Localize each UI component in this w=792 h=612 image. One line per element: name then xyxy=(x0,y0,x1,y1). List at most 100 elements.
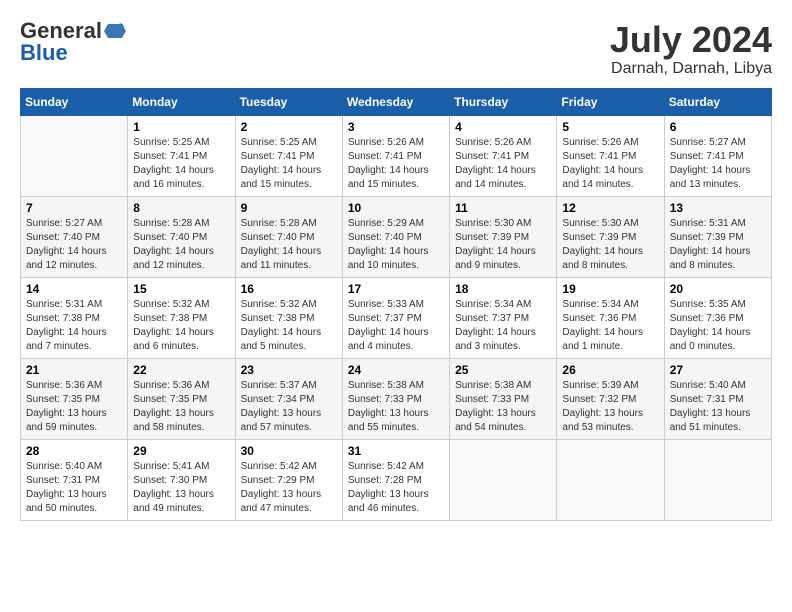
calendar-cell: 31 Sunrise: 5:42 AM Sunset: 7:28 PM Dayli… xyxy=(342,439,449,520)
calendar-table: SundayMondayTuesdayWednesdayThursdayFrid… xyxy=(20,88,772,521)
calendar-cell: 23 Sunrise: 5:37 AM Sunset: 7:34 PM Dayli… xyxy=(235,358,342,439)
calendar-cell: 2 Sunrise: 5:25 AM Sunset: 7:41 PM Daylig… xyxy=(235,115,342,196)
calendar-week-row: 21 Sunrise: 5:36 AM Sunset: 7:35 PM Dayli… xyxy=(21,358,772,439)
day-info: Sunrise: 5:35 AM Sunset: 7:36 PM Dayligh… xyxy=(670,298,766,354)
calendar-week-row: 28Sunrise: 5:40 AM Sunset: 7:31 PM Dayli… xyxy=(21,439,772,520)
day-number: 25 xyxy=(455,363,551,377)
calendar-cell: 3 Sunrise: 5:26 AM Sunset: 7:41 PM Daylig… xyxy=(342,115,449,196)
day-info: Sunrise: 5:25 AM Sunset: 7:41 PM Dayligh… xyxy=(241,136,337,192)
calendar-cell: 10 Sunrise: 5:29 AM Sunset: 7:40 PM Dayli… xyxy=(342,196,449,277)
calendar-cell: 15 Sunrise: 5:32 AM Sunset: 7:38 PM Dayli… xyxy=(128,277,235,358)
day-info: Sunrise: 5:36 AM Sunset: 7:35 PM Dayligh… xyxy=(133,379,229,435)
day-info: Sunrise: 5:34 AM Sunset: 7:37 PM Dayligh… xyxy=(455,298,551,354)
day-info: Sunrise: 5:36 AM Sunset: 7:35 PM Dayligh… xyxy=(26,379,122,435)
calendar-cell: 22Sunrise: 5:36 AM Sunset: 7:35 PM Dayli… xyxy=(128,358,235,439)
calendar-cell xyxy=(664,439,771,520)
calendar-cell: 14 Sunrise: 5:31 AM Sunset: 7:38 PM Dayli… xyxy=(21,277,128,358)
page-header: General Blue July 2024 Darnah, Darnah, L… xyxy=(20,20,772,78)
calendar-week-row: 14 Sunrise: 5:31 AM Sunset: 7:38 PM Dayli… xyxy=(21,277,772,358)
calendar-cell: 25 Sunrise: 5:38 AM Sunset: 7:33 PM Dayli… xyxy=(450,358,557,439)
day-number: 24 xyxy=(348,363,444,377)
day-number: 26 xyxy=(562,363,658,377)
calendar-cell: 7Sunrise: 5:27 AM Sunset: 7:40 PM Daylig… xyxy=(21,196,128,277)
weekday-header: Wednesday xyxy=(342,88,449,115)
calendar-cell: 8 Sunrise: 5:28 AM Sunset: 7:40 PM Daylig… xyxy=(128,196,235,277)
day-info: Sunrise: 5:30 AM Sunset: 7:39 PM Dayligh… xyxy=(455,217,551,273)
calendar-cell xyxy=(21,115,128,196)
day-info: Sunrise: 5:41 AM Sunset: 7:30 PM Dayligh… xyxy=(133,460,229,516)
calendar-cell: 5Sunrise: 5:26 AM Sunset: 7:41 PM Daylig… xyxy=(557,115,664,196)
day-info: Sunrise: 5:42 AM Sunset: 7:29 PM Dayligh… xyxy=(241,460,337,516)
day-info: Sunrise: 5:28 AM Sunset: 7:40 PM Dayligh… xyxy=(133,217,229,273)
calendar-cell: 17 Sunrise: 5:33 AM Sunset: 7:37 PM Dayli… xyxy=(342,277,449,358)
weekday-header: Saturday xyxy=(664,88,771,115)
day-info: Sunrise: 5:32 AM Sunset: 7:38 PM Dayligh… xyxy=(133,298,229,354)
weekday-header-row: SundayMondayTuesdayWednesdayThursdayFrid… xyxy=(21,88,772,115)
day-info: Sunrise: 5:27 AM Sunset: 7:41 PM Dayligh… xyxy=(670,136,766,192)
day-info: Sunrise: 5:25 AM Sunset: 7:41 PM Dayligh… xyxy=(133,136,229,192)
day-info: Sunrise: 5:26 AM Sunset: 7:41 PM Dayligh… xyxy=(455,136,551,192)
day-number: 13 xyxy=(670,201,766,215)
day-info: Sunrise: 5:27 AM Sunset: 7:40 PM Dayligh… xyxy=(26,217,122,273)
day-number: 21 xyxy=(26,363,122,377)
calendar-week-row: 7Sunrise: 5:27 AM Sunset: 7:40 PM Daylig… xyxy=(21,196,772,277)
title-block: July 2024 Darnah, Darnah, Libya xyxy=(610,20,772,78)
day-number: 28 xyxy=(26,444,122,458)
calendar-cell: 1Sunrise: 5:25 AM Sunset: 7:41 PM Daylig… xyxy=(128,115,235,196)
calendar-cell: 28Sunrise: 5:40 AM Sunset: 7:31 PM Dayli… xyxy=(21,439,128,520)
day-number: 8 xyxy=(133,201,229,215)
day-info: Sunrise: 5:32 AM Sunset: 7:38 PM Dayligh… xyxy=(241,298,337,354)
calendar-cell: 27Sunrise: 5:40 AM Sunset: 7:31 PM Dayli… xyxy=(664,358,771,439)
day-info: Sunrise: 5:39 AM Sunset: 7:32 PM Dayligh… xyxy=(562,379,658,435)
weekday-header: Tuesday xyxy=(235,88,342,115)
day-info: Sunrise: 5:34 AM Sunset: 7:36 PM Dayligh… xyxy=(562,298,658,354)
weekday-header: Monday xyxy=(128,88,235,115)
weekday-header: Sunday xyxy=(21,88,128,115)
location-subtitle: Darnah, Darnah, Libya xyxy=(610,60,772,78)
calendar-cell: 11Sunrise: 5:30 AM Sunset: 7:39 PM Dayli… xyxy=(450,196,557,277)
calendar-cell: 26 Sunrise: 5:39 AM Sunset: 7:32 PM Dayli… xyxy=(557,358,664,439)
day-info: Sunrise: 5:38 AM Sunset: 7:33 PM Dayligh… xyxy=(455,379,551,435)
calendar-cell: 6 Sunrise: 5:27 AM Sunset: 7:41 PM Daylig… xyxy=(664,115,771,196)
day-number: 18 xyxy=(455,282,551,296)
weekday-header: Thursday xyxy=(450,88,557,115)
calendar-cell: 18 Sunrise: 5:34 AM Sunset: 7:37 PM Dayli… xyxy=(450,277,557,358)
day-number: 16 xyxy=(241,282,337,296)
day-number: 2 xyxy=(241,120,337,134)
day-info: Sunrise: 5:28 AM Sunset: 7:40 PM Dayligh… xyxy=(241,217,337,273)
calendar-cell: 16 Sunrise: 5:32 AM Sunset: 7:38 PM Dayli… xyxy=(235,277,342,358)
day-number: 31 xyxy=(348,444,444,458)
logo: General Blue xyxy=(20,20,126,64)
calendar-cell xyxy=(450,439,557,520)
day-number: 10 xyxy=(348,201,444,215)
day-number: 4 xyxy=(455,120,551,134)
calendar-cell: 12Sunrise: 5:30 AM Sunset: 7:39 PM Dayli… xyxy=(557,196,664,277)
day-info: Sunrise: 5:30 AM Sunset: 7:39 PM Dayligh… xyxy=(562,217,658,273)
day-info: Sunrise: 5:33 AM Sunset: 7:37 PM Dayligh… xyxy=(348,298,444,354)
day-info: Sunrise: 5:29 AM Sunset: 7:40 PM Dayligh… xyxy=(348,217,444,273)
day-info: Sunrise: 5:31 AM Sunset: 7:39 PM Dayligh… xyxy=(670,217,766,273)
calendar-cell: 21 Sunrise: 5:36 AM Sunset: 7:35 PM Dayli… xyxy=(21,358,128,439)
calendar-week-row: 1Sunrise: 5:25 AM Sunset: 7:41 PM Daylig… xyxy=(21,115,772,196)
calendar-cell: 4 Sunrise: 5:26 AM Sunset: 7:41 PM Daylig… xyxy=(450,115,557,196)
calendar-cell: 19Sunrise: 5:34 AM Sunset: 7:36 PM Dayli… xyxy=(557,277,664,358)
day-number: 3 xyxy=(348,120,444,134)
day-number: 17 xyxy=(348,282,444,296)
day-number: 27 xyxy=(670,363,766,377)
day-number: 14 xyxy=(26,282,122,296)
day-number: 6 xyxy=(670,120,766,134)
day-number: 20 xyxy=(670,282,766,296)
day-number: 9 xyxy=(241,201,337,215)
day-number: 5 xyxy=(562,120,658,134)
day-info: Sunrise: 5:37 AM Sunset: 7:34 PM Dayligh… xyxy=(241,379,337,435)
calendar-cell: 13 Sunrise: 5:31 AM Sunset: 7:39 PM Dayli… xyxy=(664,196,771,277)
day-number: 15 xyxy=(133,282,229,296)
calendar-cell: 30Sunrise: 5:42 AM Sunset: 7:29 PM Dayli… xyxy=(235,439,342,520)
calendar-cell: 20 Sunrise: 5:35 AM Sunset: 7:36 PM Dayli… xyxy=(664,277,771,358)
day-info: Sunrise: 5:42 AM Sunset: 7:28 PM Dayligh… xyxy=(348,460,444,516)
calendar-cell: 29Sunrise: 5:41 AM Sunset: 7:30 PM Dayli… xyxy=(128,439,235,520)
calendar-cell xyxy=(557,439,664,520)
day-number: 23 xyxy=(241,363,337,377)
day-info: Sunrise: 5:26 AM Sunset: 7:41 PM Dayligh… xyxy=(348,136,444,192)
day-info: Sunrise: 5:31 AM Sunset: 7:38 PM Dayligh… xyxy=(26,298,122,354)
